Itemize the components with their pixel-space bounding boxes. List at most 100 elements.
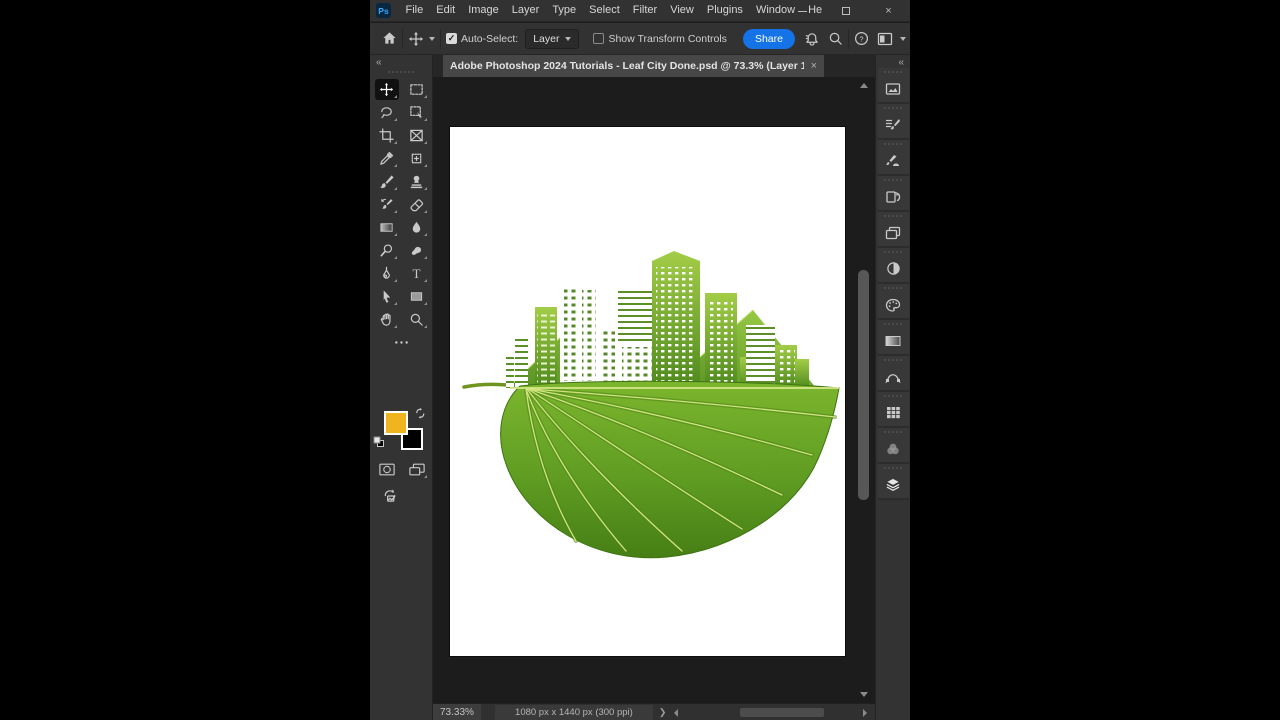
blur-tool[interactable] <box>405 217 429 238</box>
menu-layer[interactable]: Layer <box>505 0 546 21</box>
auto-select-target-dropdown[interactable]: Layer <box>525 29 579 49</box>
quick-mask-button[interactable] <box>375 459 399 480</box>
panel-patterns[interactable] <box>878 392 909 428</box>
search-button[interactable] <box>828 31 843 46</box>
panel-brushes[interactable] <box>878 140 909 176</box>
document-tab[interactable]: Adobe Photoshop 2024 Tutorials - Leaf Ci… <box>443 55 824 77</box>
smudge-icon <box>409 243 424 258</box>
lasso-tool[interactable] <box>375 102 399 123</box>
document-canvas[interactable] <box>450 127 845 656</box>
eyedropper-tool[interactable] <box>375 148 399 169</box>
eraser-tool[interactable] <box>405 194 429 215</box>
panel-layers[interactable] <box>878 464 909 500</box>
gradient-icon <box>379 220 394 235</box>
color-swatches <box>370 407 433 457</box>
panel-grip[interactable] <box>388 71 414 73</box>
tab-close-icon[interactable]: × <box>811 60 817 72</box>
tool-preset-move[interactable] <box>408 31 435 47</box>
hand-tool[interactable] <box>375 309 399 330</box>
minimize-button[interactable] <box>781 0 824 22</box>
collapse-panels-button[interactable]: « <box>876 55 910 68</box>
panel-gradients[interactable] <box>878 320 909 356</box>
default-colors-button[interactable] <box>373 435 385 453</box>
workspace: « <box>370 55 910 720</box>
scroll-down-icon[interactable] <box>860 692 868 697</box>
clone-stamp-tool[interactable] <box>405 171 429 192</box>
scroll-left-icon[interactable] <box>674 709 678 717</box>
type-tool[interactable]: T <box>405 263 429 284</box>
close-button[interactable]: × <box>867 0 910 22</box>
spot-healing-tool[interactable] <box>405 148 429 169</box>
menu-file[interactable]: File <box>399 0 430 21</box>
marquee-tool[interactable] <box>405 79 429 100</box>
menu-view[interactable]: View <box>664 0 701 21</box>
swap-colors-button[interactable] <box>414 407 427 425</box>
move-icon <box>379 82 394 97</box>
path-selection-tool[interactable] <box>375 286 399 307</box>
menu-type[interactable]: Type <box>546 0 583 21</box>
document-info[interactable]: 1080 px x 1440 px (300 ppi) <box>495 705 653 720</box>
libraries-icon <box>885 82 901 96</box>
photoshop-window: Ps File Edit Image Layer Type Select Fil… <box>370 0 910 720</box>
panel-paths[interactable] <box>878 356 909 392</box>
panel-brush-settings[interactable] <box>878 104 909 140</box>
panel-adjustments[interactable] <box>878 248 909 284</box>
home-button[interactable] <box>382 31 397 46</box>
menu-plugins[interactable]: Plugins <box>700 0 749 21</box>
help-button[interactable]: ? <box>854 31 869 46</box>
capture-import-button[interactable] <box>378 485 402 506</box>
workspace-switcher[interactable] <box>877 32 893 46</box>
panel-channels[interactable] <box>878 428 909 464</box>
pen-tool[interactable] <box>375 263 399 284</box>
vertical-scroll-thumb[interactable] <box>858 270 869 500</box>
horizontal-scrollbar[interactable] <box>672 705 869 720</box>
document-tabstrip: Adobe Photoshop 2024 Tutorials - Leaf Ci… <box>433 55 875 77</box>
menu-edit[interactable]: Edit <box>430 0 462 21</box>
options-bar: ✓ Auto-Select: Layer Show Transform Cont… <box>370 23 910 55</box>
screen-mode-button[interactable] <box>405 459 429 480</box>
menu-image[interactable]: Image <box>462 0 506 21</box>
vertical-scrollbar[interactable] <box>857 81 871 699</box>
menu-select[interactable]: Select <box>583 0 627 21</box>
gradients-icon <box>885 335 901 347</box>
zoom-level-field[interactable]: 73.33% <box>433 704 481 720</box>
horizontal-scroll-thumb[interactable] <box>740 708 824 717</box>
quick-mask-icon <box>379 463 395 476</box>
crop-icon <box>379 128 394 143</box>
notifications-button[interactable] <box>804 31 820 46</box>
panel-layer-comps[interactable] <box>878 212 909 248</box>
panel-libraries[interactable] <box>878 68 909 104</box>
frame-tool[interactable] <box>405 125 429 146</box>
share-button[interactable]: Share <box>743 29 795 49</box>
crop-tool[interactable] <box>375 125 399 146</box>
brush-icon <box>379 174 394 189</box>
dodge-tool[interactable] <box>375 240 399 261</box>
svg-text:T: T <box>412 266 420 281</box>
rectangle-shape-icon <box>409 289 424 304</box>
gradient-tool[interactable] <box>375 217 399 238</box>
status-chevron-icon[interactable]: ❯ <box>659 707 667 718</box>
help-icon: ? <box>854 31 869 46</box>
shape-tool[interactable] <box>405 286 429 307</box>
collapse-tools-button[interactable]: « <box>370 55 432 68</box>
panel-history[interactable] <box>878 176 909 212</box>
panel-color[interactable] <box>878 284 909 320</box>
brush-tool[interactable] <box>375 171 399 192</box>
scroll-right-icon[interactable] <box>863 709 867 717</box>
foreground-color-swatch[interactable] <box>384 411 408 435</box>
auto-select-checkbox[interactable]: ✓ <box>446 33 457 44</box>
history-brush-tool[interactable] <box>375 194 399 215</box>
eyedropper-icon <box>379 151 394 166</box>
menu-filter[interactable]: Filter <box>626 0 663 21</box>
right-panel-dock: « <box>875 55 910 720</box>
maximize-button[interactable] <box>824 0 867 22</box>
move-tool[interactable] <box>375 79 399 100</box>
object-selection-tool[interactable] <box>405 102 429 123</box>
type-icon: T <box>409 266 424 281</box>
edit-toolbar-button[interactable] <box>390 332 414 353</box>
pasteboard[interactable] <box>433 77 875 703</box>
show-transform-checkbox[interactable] <box>593 33 604 44</box>
smudge-tool[interactable] <box>405 240 429 261</box>
zoom-tool[interactable] <box>405 309 429 330</box>
scroll-up-icon[interactable] <box>860 83 868 88</box>
